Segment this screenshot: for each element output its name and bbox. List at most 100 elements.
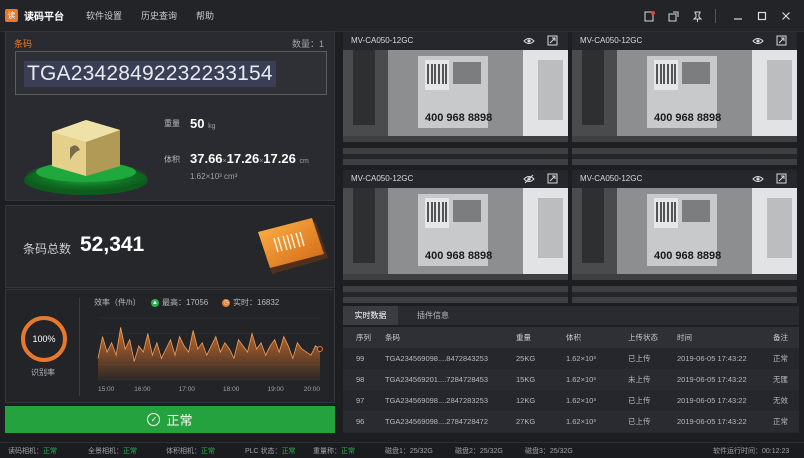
status-volume-camera: 体积相机：正常 [166,448,215,455]
table-row[interactable]: 97 TGA234569098....2847283253 12KG 1.62×10³… [343,390,799,411]
app-title: 读码平台 [24,12,64,23]
table-cell: 2019-06-05 17:43:22 [677,354,747,363]
table-cell: 已上传 [628,354,651,363]
barcode-display: TGA23428492232233154 [15,51,327,95]
table-cell: 2019-06-05 17:43:22 [677,375,747,384]
check-icon: ✓ [147,413,161,426]
table-row[interactable]: 96 TGA234569098....2784728472 27KG 1.62×10³… [343,411,799,432]
table-cell: 96 [356,417,365,426]
volume-dim-2: 17.26 [226,151,260,166]
menu-help[interactable]: 帮助 [196,9,214,22]
table-cell: 已上传 [628,396,651,405]
alert-icon[interactable] [639,6,659,26]
status-runtime: 软件运行时间：00:12:23 [713,448,790,455]
table-cell: 无效 [773,396,788,405]
volume-readout: 37.66×17.26×17.26 cm [190,151,309,166]
close-icon[interactable] [776,6,796,26]
pin-icon[interactable] [687,6,707,26]
status-panorama-camera: 全景相机：正常 [88,448,137,455]
table-cell: 99 [356,354,365,363]
data-tabs: 实时数据 插件信息 [343,306,799,325]
table-cell: TGA234569098....2784728472 [385,417,489,426]
column-header: 条码 [385,333,400,342]
x-tick-label: 18:00 [223,386,240,393]
x-tick-label: 17:00 [179,386,196,393]
recognition-rate-label: 识别率 [31,368,55,377]
camera-feed-image: 400 968 8898 [343,188,568,303]
total-value: 52,341 [80,233,145,256]
app-logo-icon: 读 [5,9,18,22]
table-cell: TGA234569201....7284728453 [385,375,489,384]
fullscreen-icon[interactable] [546,173,558,185]
minimize-icon[interactable] [728,6,748,26]
status-label: 正常 [166,413,193,428]
tab-realtime-data[interactable]: 实时数据 [343,306,398,325]
barcode-label: 条码 [14,39,33,49]
camera-view-1: MV-CA050-12GC 400 968 8898 [343,32,568,165]
total-label: 条码总数 [23,242,72,256]
status-bar: 读码相机：正常 全景相机：正常 体积相机：正常 PLC 状态：正常 重量称：正常… [0,442,804,458]
table-cell: 12KG [516,396,536,405]
table-cell: 98 [356,375,365,384]
clock-icon: ◷ [222,298,230,307]
status-normal-button[interactable]: ✓ 正常 [5,406,335,433]
total-count-panel: 条码总数 52,341 [5,205,335,288]
column-header: 时间 [677,333,692,342]
table-header-row: 序列 条码 重量 体积 上传状态 时间 备注 [343,327,799,348]
weight-unit: kg [208,123,216,130]
maximize-icon[interactable] [752,6,772,26]
camera-view-3: MV-CA050-12GC 400 968 8898 [343,170,568,303]
weight-label: 重量 [164,119,180,128]
table-cell: 正常 [773,354,788,363]
table-cell: 正常 [773,417,788,426]
fullscreen-icon[interactable] [775,35,787,47]
table-cell: 未上传 [628,375,651,384]
table-row[interactable]: 98 TGA234569201....7284728453 15KG 1.62×10³… [343,369,799,390]
efficiency-title: 效率（件/h） [94,298,141,307]
camera-feed-image: 400 968 8898 [572,50,797,165]
menu-software-settings[interactable]: 软件设置 [86,9,122,22]
eye-icon[interactable] [752,173,764,185]
export-icon[interactable] [663,6,683,26]
volume-label: 体积 [164,155,180,164]
table-row[interactable]: 99 TGA234569098....8472843253 25KG 1.62×10³… [343,348,799,369]
eye-icon[interactable] [523,35,535,47]
fullscreen-icon[interactable] [546,35,558,47]
arrow-up-icon: ▲ [151,298,159,307]
status-reader-camera: 读码相机：正常 [8,448,57,455]
column-header: 序列 [356,333,371,342]
status-disk-1: 磁盘1：25/32G [385,448,433,455]
camera-name: MV-CA050-12GC [351,174,414,183]
efficiency-panel: 100% 识别率 效率（件/h） ▲ 最高：17056 ◷ 实时：16832 1… [5,289,335,403]
weight-readout: 50 kg [190,116,216,131]
table-cell: 27KG [516,417,536,426]
menu-history-query[interactable]: 历史查询 [141,9,177,22]
table-cell: TGA234569098....8472843253 [385,354,489,363]
barcode-panel: 条码 数量：1 TGA23428492232233154 重量 50 kg 体积… [5,31,335,201]
camera-name: MV-CA050-12GC [351,36,414,45]
camera-box-number: 400 968 8898 [425,250,492,262]
volume-dim-3: 17.26 [263,151,296,166]
camera-feed-image: 400 968 8898 [343,50,568,165]
data-point [317,346,323,352]
table-cell: 已上传 [628,417,651,426]
column-header: 重量 [516,333,531,342]
efficiency-chart: 15:00 16:00 17:00 18:00 19:00 20:00 [97,317,323,393]
efficiency-current: ◷ 实时：16832 [222,297,279,308]
table-cell: 2019-06-05 17:43:22 [677,396,747,405]
camera-header: MV-CA050-12GC [343,32,568,50]
x-tick-label: 20:00 [304,386,321,393]
eye-off-icon[interactable] [523,173,535,185]
column-header: 备注 [773,333,788,342]
camera-header: MV-CA050-12GC [343,170,568,188]
camera-feed-image: 400 968 8898 [572,188,797,303]
eye-icon[interactable] [752,35,764,47]
efficiency-high-text: 最高：17056 [162,298,209,307]
table-cell: 1.62×10³ [566,417,596,426]
x-tick-label: 19:00 [267,386,284,393]
tab-plugin-info[interactable]: 插件信息 [403,306,463,325]
fullscreen-icon[interactable] [775,173,787,185]
efficiency-high: ▲ 最高：17056 [151,297,208,308]
table-cell: 1.62×10³ [566,354,596,363]
efficiency-area [98,327,320,380]
